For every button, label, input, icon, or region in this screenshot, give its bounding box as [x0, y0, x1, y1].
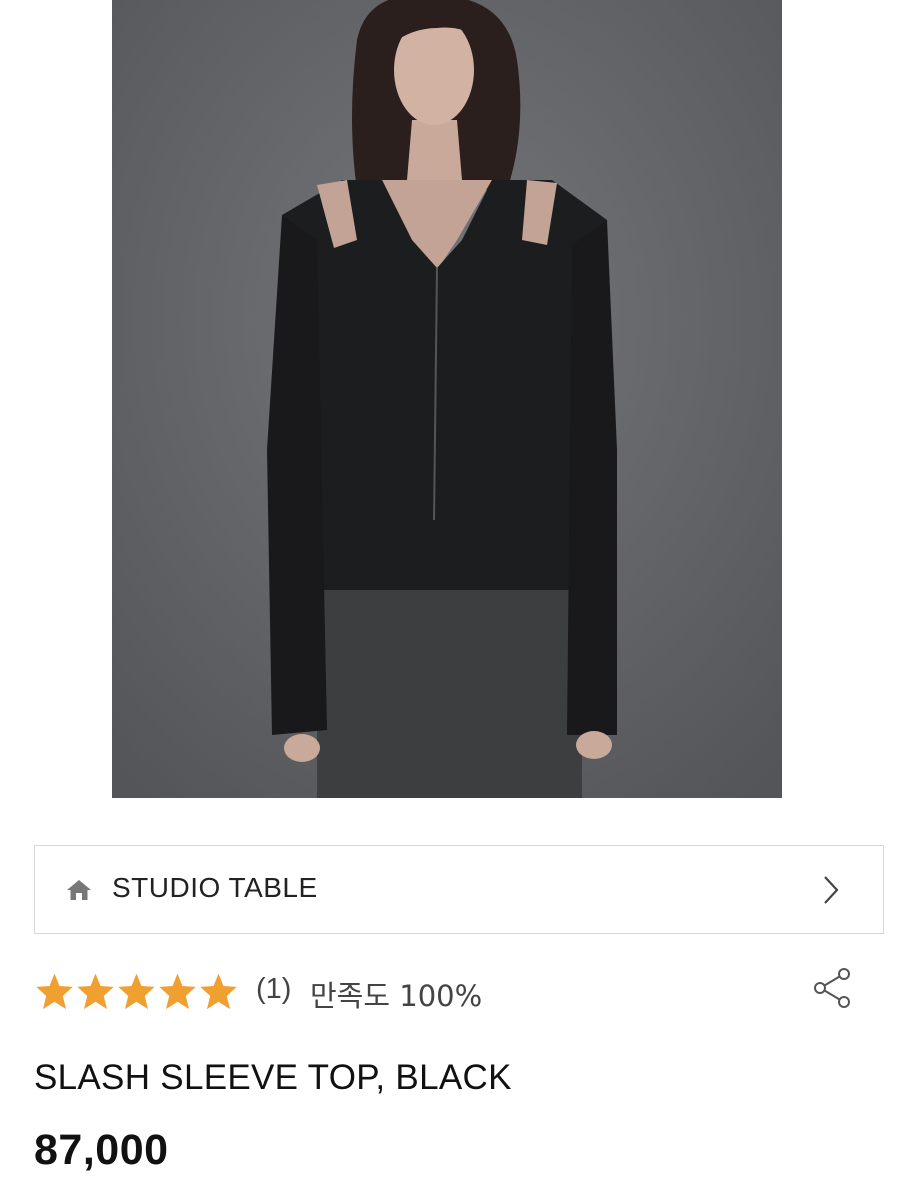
- star-icon: [77, 973, 114, 1010]
- share-icon[interactable]: [810, 966, 854, 1010]
- star-icon: [159, 973, 196, 1010]
- product-price: 87,000: [34, 1126, 169, 1174]
- product-image[interactable]: [112, 0, 782, 798]
- star-icon: [118, 973, 155, 1010]
- star-rating[interactable]: [34, 972, 239, 1010]
- brand-link[interactable]: STUDIO TABLE: [34, 845, 884, 934]
- brand-name: STUDIO TABLE: [112, 872, 318, 903]
- chevron-right-icon: [824, 876, 839, 904]
- review-count[interactable]: (1): [256, 973, 291, 1006]
- rating-row: (1) 만족도 100%: [34, 966, 884, 1016]
- star-icon: [200, 973, 237, 1010]
- star-icon: [36, 973, 73, 1010]
- home-icon: [67, 880, 91, 900]
- satisfaction-rate: 만족도 100%: [310, 979, 483, 1013]
- product-name: SLASH SLEEVE TOP, BLACK: [34, 1058, 512, 1097]
